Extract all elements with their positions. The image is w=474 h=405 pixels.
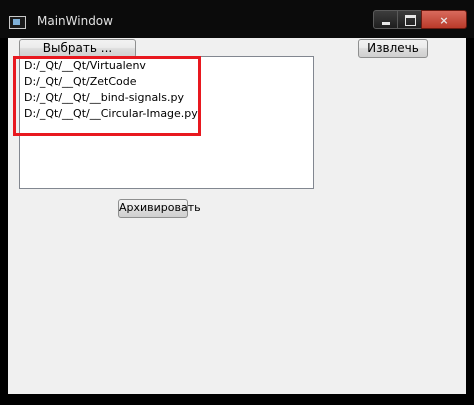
app-icon xyxy=(9,16,26,29)
window-title: MainWindow xyxy=(37,14,113,28)
minimize-icon xyxy=(382,22,390,25)
archive-button[interactable]: Архивировать xyxy=(118,199,201,218)
minimize-button[interactable] xyxy=(373,10,398,29)
main-window: MainWindow × Выбрать ... Извлечь D:/_Qt/… xyxy=(0,0,474,405)
extract-button[interactable]: Извлечь xyxy=(358,39,428,58)
close-icon: × xyxy=(439,14,449,27)
maximize-icon xyxy=(405,15,416,26)
maximize-button[interactable] xyxy=(397,10,422,29)
title-bar[interactable]: MainWindow × xyxy=(0,0,474,38)
close-button[interactable]: × xyxy=(421,10,467,29)
red-highlight-box xyxy=(13,56,201,136)
